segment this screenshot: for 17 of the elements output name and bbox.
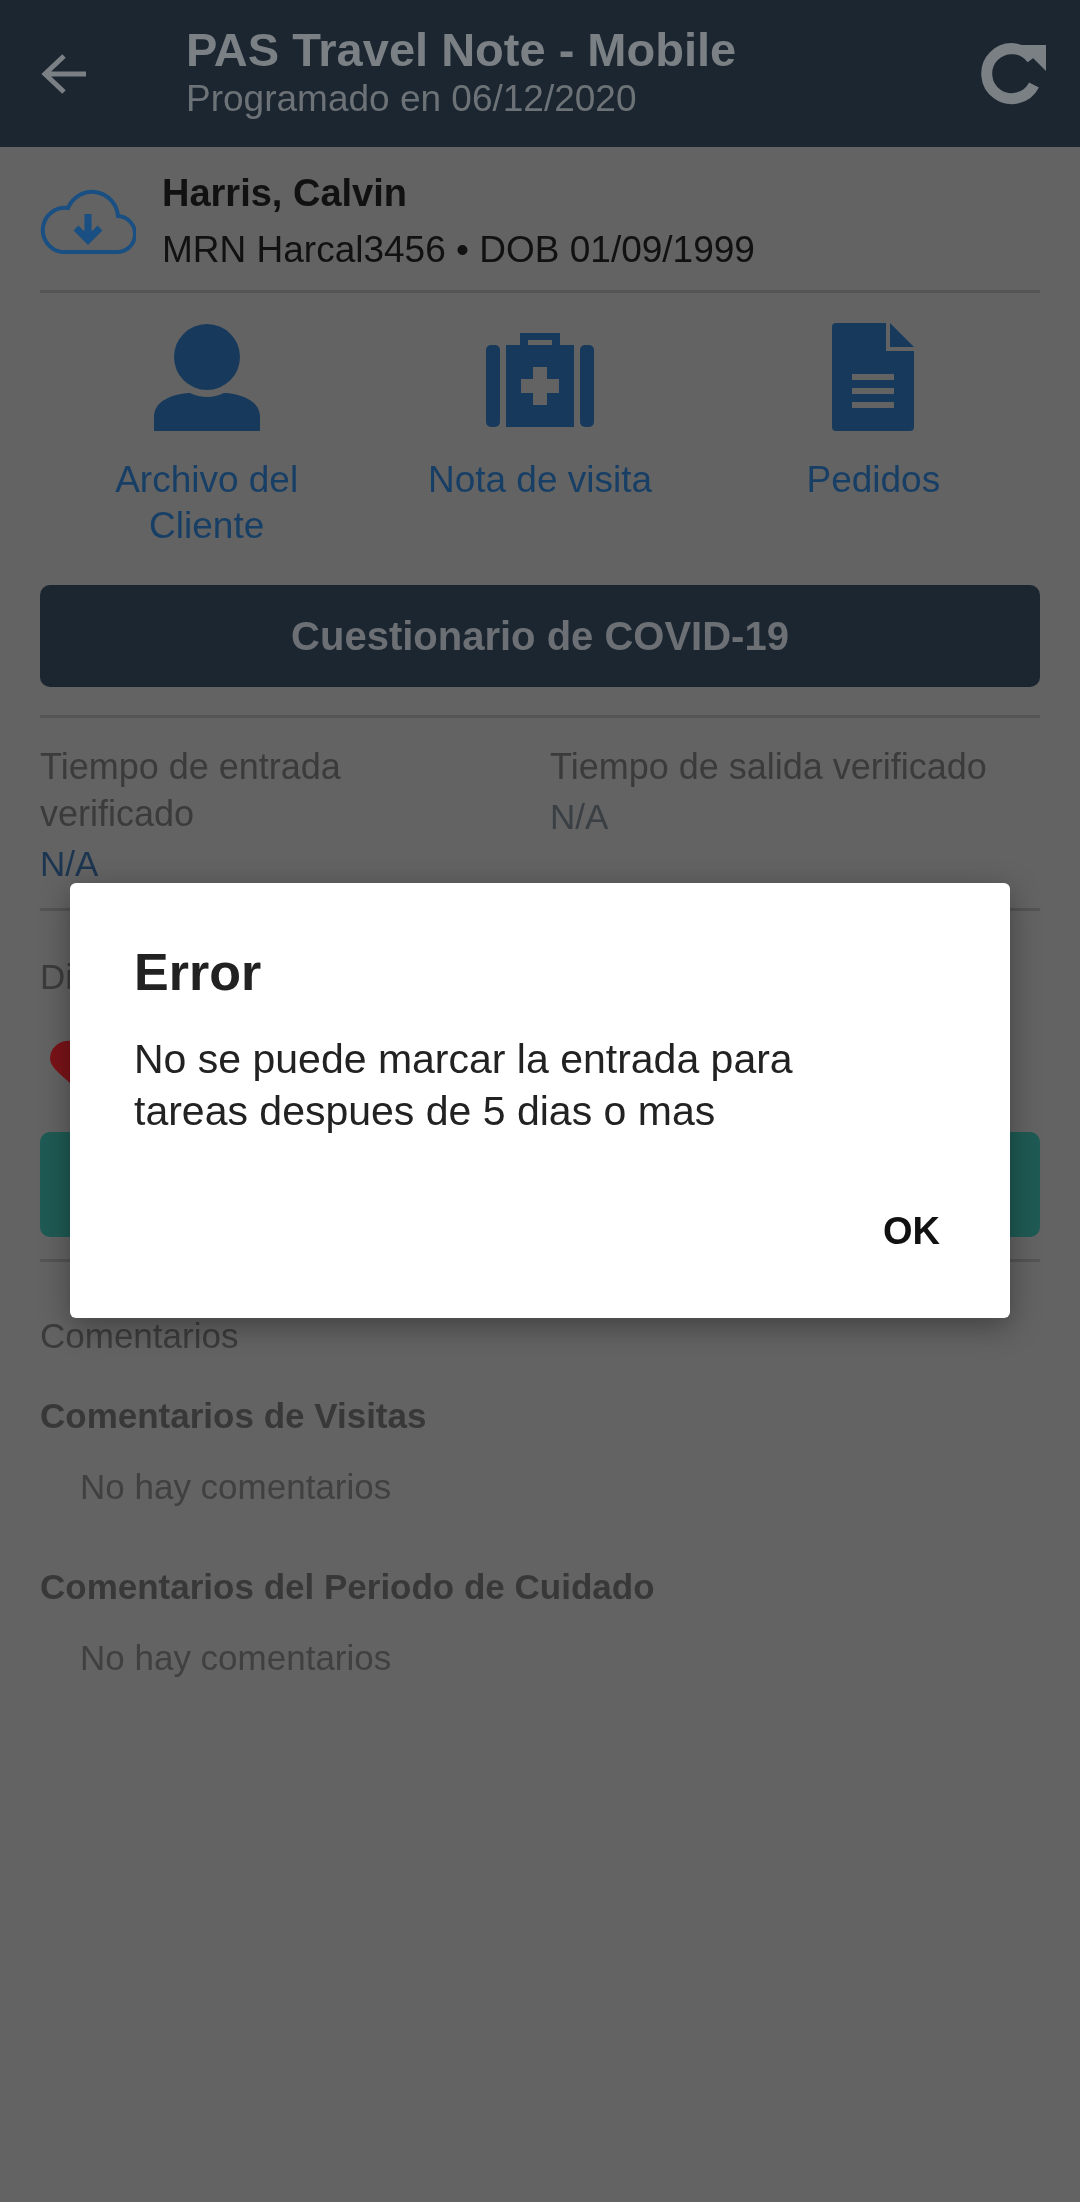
person-icon xyxy=(151,322,262,431)
action-button[interactable]: Pedidos xyxy=(706,322,1040,549)
action-button[interactable]: Nota de visita xyxy=(373,322,707,549)
dialog-message: No se puede marcar la entrada para tareas despues de 5 dias o mas xyxy=(134,1035,794,1137)
time-value: N/A xyxy=(40,842,100,885)
action-label: Archivo del Cliente xyxy=(114,457,300,548)
dialog-title: Error xyxy=(134,942,263,1003)
screen-title: PAS Travel Note - Mobile xyxy=(186,23,738,76)
ok-button[interactable]: OK xyxy=(883,1203,940,1260)
document-icon xyxy=(832,322,915,431)
covid-questionnaire-button[interactable]: Cuestionario de COVID-19 xyxy=(40,585,1040,687)
action-button[interactable]: Archivo del Cliente xyxy=(40,322,374,549)
action-label: Pedidos xyxy=(806,457,941,502)
patient-name: Harris, Calvin xyxy=(162,171,408,216)
action-label: Nota de visita xyxy=(427,457,653,502)
screen-subtitle: Programado en 06/12/2020 xyxy=(186,77,638,122)
patient-details: MRN Harcal3456 • DOB 01/09/1999 xyxy=(162,228,755,272)
